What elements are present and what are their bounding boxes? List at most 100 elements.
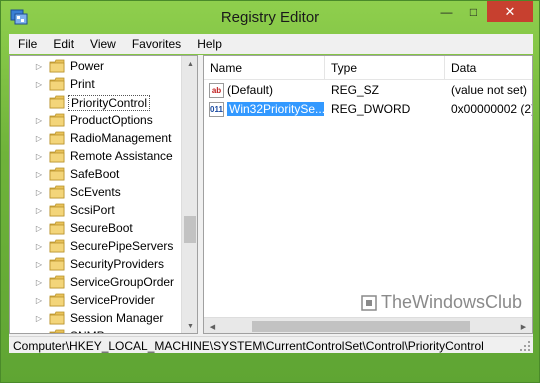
list-horizontal-scrollbar[interactable]: ◀ ▶ — [204, 317, 532, 333]
maximize-icon: □ — [469, 4, 478, 19]
folder-icon — [49, 221, 65, 235]
tree-item[interactable]: ▷ SecureBoot — [10, 219, 180, 237]
folder-icon — [49, 329, 65, 333]
value-row[interactable]: ab (Default) REG_SZ (value not set) — [204, 81, 532, 100]
menu-help[interactable]: Help — [189, 37, 230, 51]
expand-arrow-icon[interactable]: ▷ — [34, 255, 44, 273]
expand-arrow-icon[interactable]: ▷ — [34, 219, 44, 237]
value-type: REG_SZ — [331, 83, 380, 97]
tree-item-label: ServiceProvider — [70, 293, 155, 307]
minimize-button[interactable]: — — [433, 1, 460, 22]
maximize-button[interactable]: □ — [460, 1, 487, 22]
string-value-icon: ab — [209, 83, 224, 98]
menu-view[interactable]: View — [82, 37, 124, 51]
tree-item-label: ProductOptions — [70, 113, 153, 127]
tree-item[interactable]: ▷ SecurityProviders — [10, 255, 180, 273]
scroll-left-icon[interactable]: ◀ — [204, 318, 221, 333]
folder-icon — [49, 131, 65, 145]
expand-arrow-icon[interactable]: ▷ — [34, 201, 44, 219]
expand-arrow-icon[interactable]: ▷ — [34, 147, 44, 165]
tree-item[interactable]: ▷ SecurePipeServers — [10, 237, 180, 255]
tree-item-label: Power — [70, 59, 105, 73]
value-name: (Default) — [227, 81, 324, 100]
folder-icon — [49, 59, 65, 73]
tree-item[interactable]: ▷ SafeBoot — [10, 165, 180, 183]
column-header-type[interactable]: Type — [325, 56, 445, 80]
tree-item[interactable]: ▷ ScEvents — [10, 183, 180, 201]
expand-arrow-icon[interactable]: ▷ — [34, 237, 44, 255]
tree-item[interactable]: ▷ ScsiPort — [10, 201, 180, 219]
tree-item-label: ScsiPort — [70, 203, 115, 217]
menu-bar: File Edit View Favorites Help — [9, 34, 533, 54]
scroll-up-icon[interactable]: ▲ — [182, 56, 197, 73]
tree-item[interactable]: ▷ ServiceProvider — [10, 291, 180, 309]
tree-scroll-thumb[interactable] — [184, 216, 196, 243]
title-bar[interactable]: Registry Editor — □ ✕ — [1, 1, 539, 34]
folder-icon — [49, 95, 65, 109]
value-row[interactable]: 011 Win32PrioritySe... REG_DWORD 0x00000002… — [204, 100, 532, 119]
folder-icon — [49, 275, 65, 289]
expand-arrow-icon[interactable]: ▷ — [34, 129, 44, 147]
folder-icon — [49, 239, 65, 253]
tree-item[interactable]: ▷ Power — [10, 57, 180, 75]
resize-grip-icon[interactable] — [519, 340, 531, 352]
expand-arrow-icon[interactable]: ▷ — [34, 111, 44, 129]
value-type: REG_DWORD — [331, 102, 411, 116]
watermark-text: TheWindowsClub — [381, 292, 523, 312]
tree-item[interactable]: ▷ ProductOptions — [10, 111, 180, 129]
expand-arrow-icon[interactable]: ▷ — [34, 165, 44, 183]
tree-item[interactable]: ▷ RadioManagement — [10, 129, 180, 147]
expand-arrow-icon[interactable]: ▷ — [34, 309, 44, 327]
values-list[interactable]: Name Type Data ab (Default) REG_SZ (value n… — [203, 55, 533, 334]
tree-item[interactable]: ▷ Session Manager — [10, 309, 180, 327]
status-path: Computer\HKEY_LOCAL_MACHINE\SYSTEM\Curre… — [13, 339, 484, 353]
tree-item-label: Session Manager — [70, 311, 164, 325]
tree-item-label: SecurityProviders — [70, 257, 165, 271]
tree-item-label: SecurePipeServers — [70, 239, 174, 253]
folder-icon — [49, 293, 65, 307]
menu-edit[interactable]: Edit — [45, 37, 82, 51]
list-scroll-thumb[interactable] — [252, 321, 470, 332]
registry-tree[interactable]: ▷ Power ▷ Print PriorityControl ▷ ProductOptio… — [9, 55, 198, 334]
client-area: ▷ Power ▷ Print PriorityControl ▷ ProductOptio… — [9, 55, 533, 353]
value-name[interactable]: Win32PrioritySe... — [227, 100, 324, 119]
tree-item-label: SecureBoot — [70, 221, 133, 235]
tree-item[interactable]: ▷ Print — [10, 75, 180, 93]
folder-icon — [49, 257, 65, 271]
value-name-text: Win32PrioritySe... — [227, 102, 324, 116]
minimize-icon: — — [440, 4, 453, 19]
tree-item-label: RadioManagement — [70, 131, 172, 145]
folder-icon — [49, 113, 65, 127]
value-data: (value not set) — [451, 83, 528, 97]
expand-arrow-icon[interactable]: ▷ — [34, 327, 44, 334]
expand-arrow-icon[interactable]: ▷ — [34, 291, 44, 309]
scroll-down-icon[interactable]: ▼ — [182, 318, 197, 333]
menu-file[interactable]: File — [9, 37, 45, 51]
tree-item[interactable]: ▷ ServiceGroupOrder — [10, 273, 180, 291]
tree-item-label: Print — [70, 77, 95, 91]
tree-item[interactable]: PriorityControl — [10, 93, 180, 111]
tree-item[interactable]: ▷ Remote Assistance — [10, 147, 180, 165]
tree-item-label: ServiceGroupOrder — [70, 275, 175, 289]
tree-vertical-scrollbar[interactable]: ▲ ▼ — [181, 56, 197, 333]
expand-arrow-icon[interactable]: ▷ — [34, 183, 44, 201]
tree-item-label: SafeBoot — [70, 167, 120, 181]
scroll-right-icon[interactable]: ▶ — [515, 318, 532, 333]
list-header: Name Type Data — [204, 56, 532, 80]
value-name-text: (Default) — [227, 83, 274, 97]
column-header-name[interactable]: Name — [204, 56, 325, 80]
expand-arrow-icon[interactable]: ▷ — [34, 57, 44, 75]
status-bar: Computer\HKEY_LOCAL_MACHINE\SYSTEM\Curre… — [9, 336, 533, 353]
column-header-data[interactable]: Data — [445, 56, 532, 80]
menu-favorites[interactable]: Favorites — [124, 37, 189, 51]
expand-arrow-icon[interactable]: ▷ — [34, 273, 44, 291]
tree-item-label: PriorityControl — [68, 95, 151, 111]
close-button[interactable]: ✕ — [487, 1, 533, 22]
tree-item[interactable]: ▷ SNMP — [10, 327, 180, 334]
dword-value-icon: 011 — [209, 102, 224, 117]
registry-editor-window: Registry Editor — □ ✕ File Edit View Fav… — [0, 0, 540, 383]
caption-buttons: — □ ✕ — [433, 1, 533, 23]
folder-icon — [49, 77, 65, 91]
expand-arrow-icon[interactable] — [34, 93, 44, 111]
expand-arrow-icon[interactable]: ▷ — [34, 75, 44, 93]
